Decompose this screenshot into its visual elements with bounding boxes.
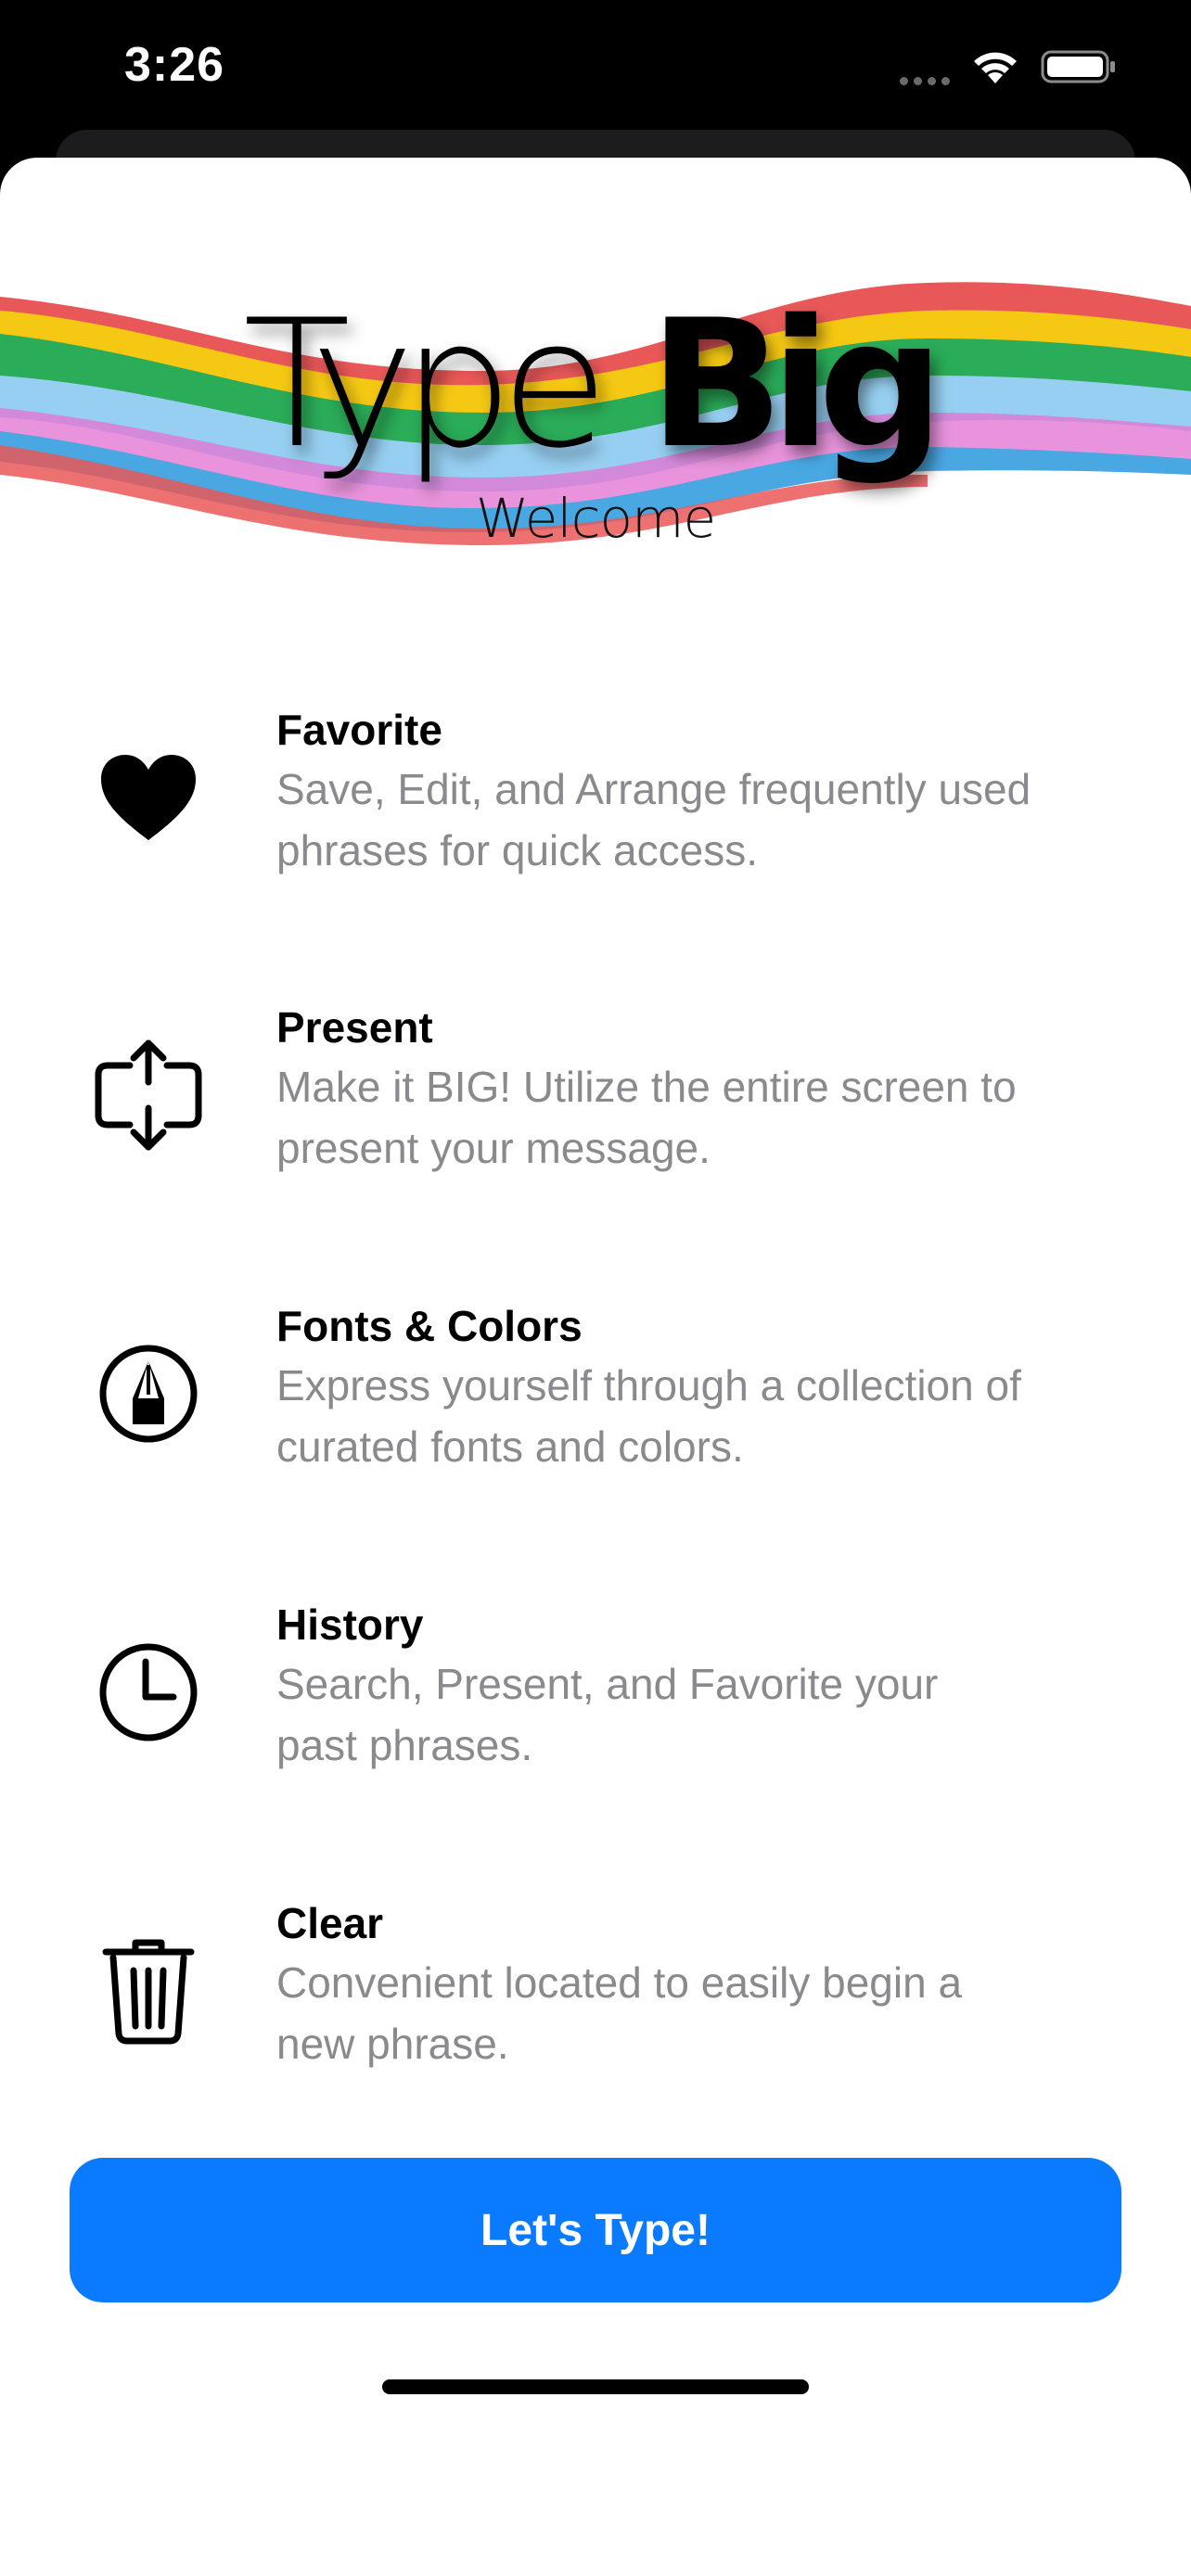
trash-icon xyxy=(88,1931,209,2051)
feature-description-line: Convenient located to easily begin a xyxy=(276,1958,963,2007)
fullscreen-arrows-icon xyxy=(88,1035,209,1155)
status-bar: 3:26 xyxy=(0,0,1191,139)
feature-present: Present Make it BIG! Utilize the entire … xyxy=(0,1002,1191,1188)
pen-tip-circle-icon xyxy=(88,1333,209,1454)
feature-description-line: new phrase. xyxy=(276,2020,509,2068)
wifi-icon xyxy=(974,52,1017,83)
status-time: 3:26 xyxy=(124,38,225,92)
logo-type-text: Type xyxy=(243,282,596,487)
feature-description: Save, Edit, and Arrange frequently used … xyxy=(276,759,1148,881)
feature-description-line: Express yourself through a collection of xyxy=(276,1361,1021,1409)
home-indicator[interactable] xyxy=(382,2379,809,2394)
feature-title: Favorite xyxy=(276,706,442,754)
feature-fonts-colors: Fonts & Colors Express yourself through … xyxy=(0,1301,1191,1486)
feature-description-line: phrases for quick access. xyxy=(276,826,759,874)
feature-history: History Search, Present, and Favorite yo… xyxy=(0,1600,1191,1785)
feature-title: Present xyxy=(276,1003,433,1052)
feature-description: Express yourself through a collection of… xyxy=(276,1355,1148,1477)
lets-type-button[interactable]: Let's Type! xyxy=(70,2158,1121,2302)
heart-icon xyxy=(88,737,209,858)
status-icons xyxy=(900,45,1117,89)
feature-description-line: Make it BIG! Utilize the entire screen t… xyxy=(276,1063,1017,1111)
logo-big-text: Big xyxy=(649,282,931,487)
feature-description-line: past phrases. xyxy=(276,1721,533,1769)
signal-dots-icon xyxy=(900,48,950,85)
type-big-logo: Type Big xyxy=(243,282,944,487)
clock-icon xyxy=(88,1632,209,1753)
feature-description-line: Search, Present, and Favorite your xyxy=(276,1660,939,1708)
feature-description-line: curated fonts and colors. xyxy=(276,1422,744,1471)
feature-description-line: present your message. xyxy=(276,1124,711,1172)
welcome-subtitle: Welcome xyxy=(475,487,716,550)
app-screen: 3:26 Type Big Welcome Favorite Save, Edi… xyxy=(0,0,1191,2576)
feature-title: Clear xyxy=(276,1899,384,1947)
feature-description-line: Save, Edit, and Arrange frequently used xyxy=(276,765,1031,813)
feature-title: History xyxy=(276,1600,424,1649)
feature-description: Make it BIG! Utilize the entire screen t… xyxy=(276,1056,1148,1179)
feature-favorite: Favorite Save, Edit, and Arrange frequen… xyxy=(0,705,1191,890)
feature-title: Fonts & Colors xyxy=(276,1302,583,1350)
feature-description: Convenient located to easily begin a new… xyxy=(276,1952,1148,2074)
feature-description: Search, Present, and Favorite your past … xyxy=(276,1653,1148,1776)
feature-clear: Clear Convenient located to easily begin… xyxy=(0,1898,1191,2084)
battery-icon xyxy=(1041,50,1115,83)
